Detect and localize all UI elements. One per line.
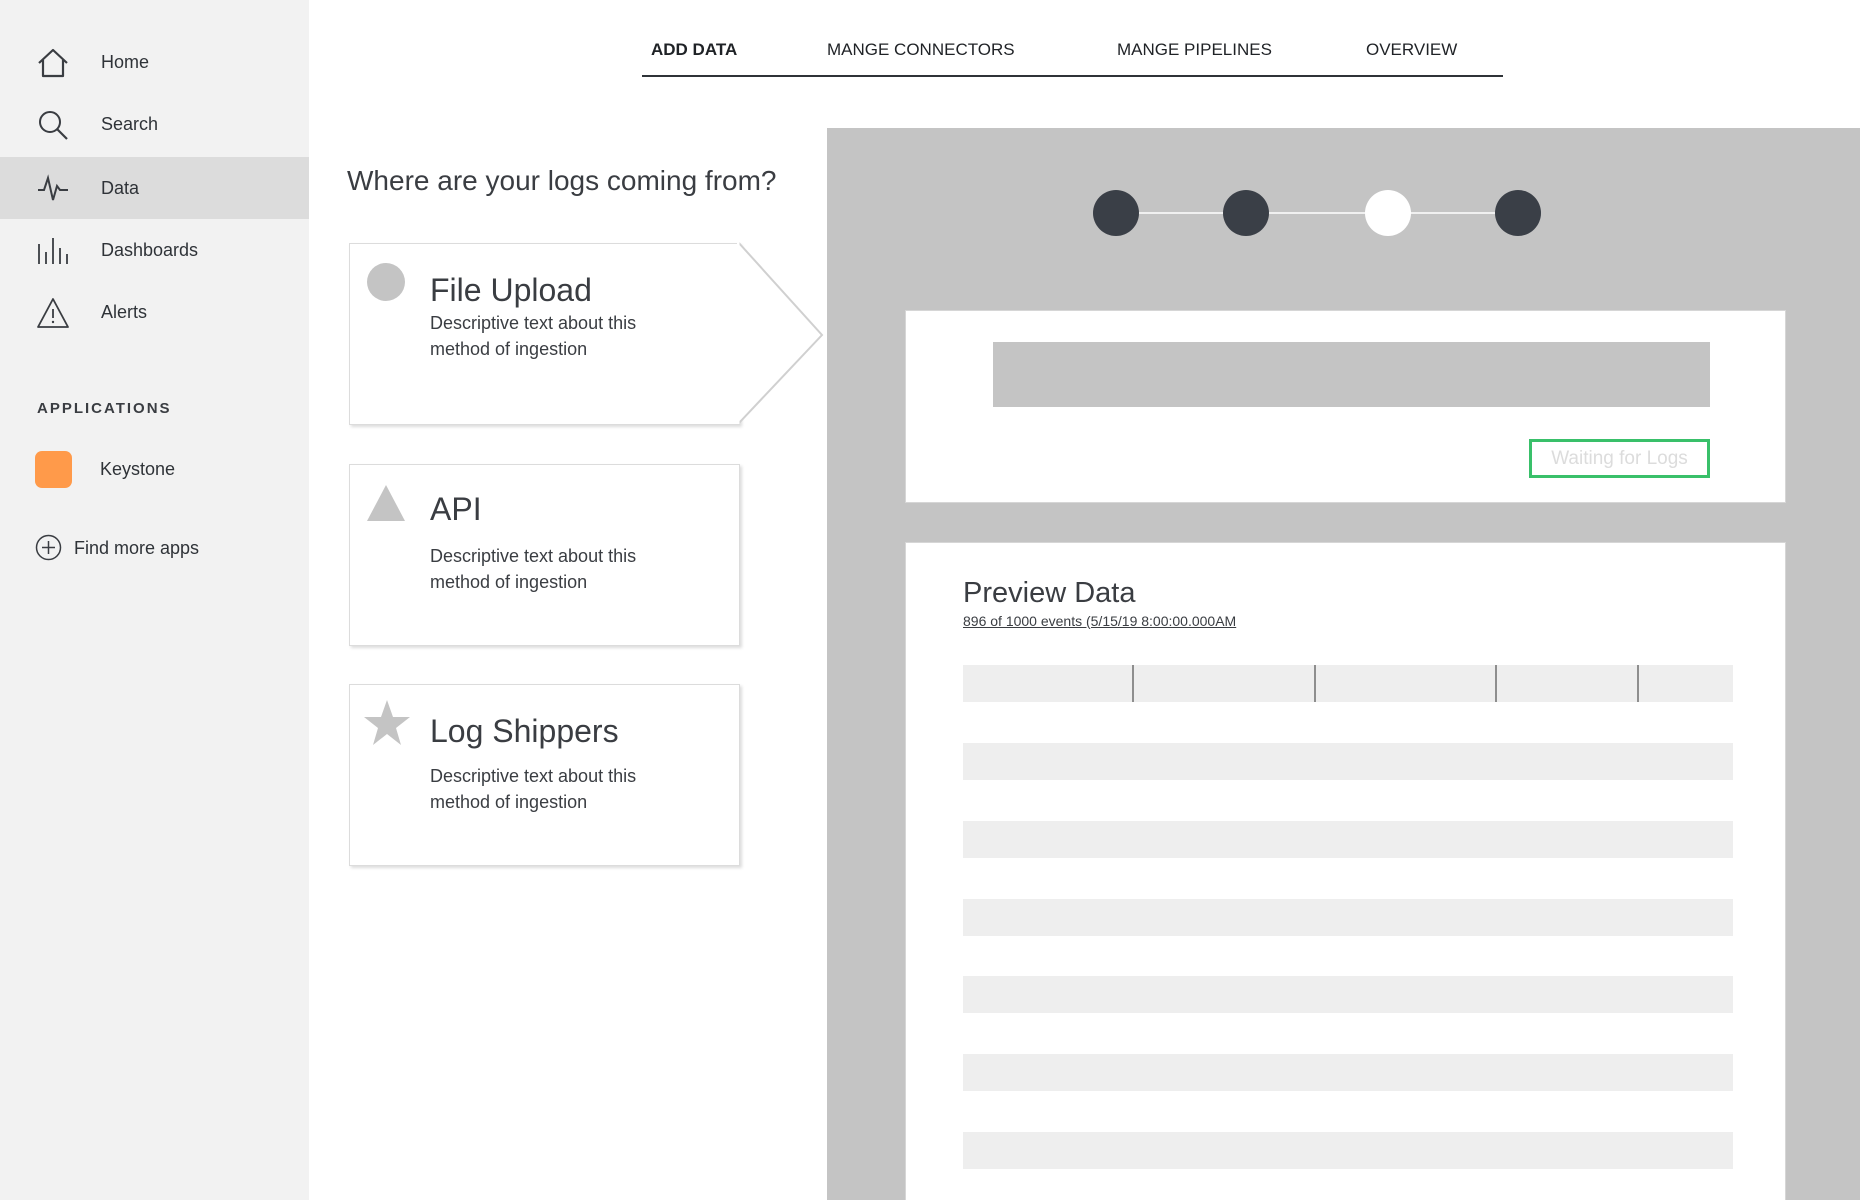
column-divider (1314, 665, 1316, 702)
nav-item-data[interactable]: Data (0, 157, 309, 219)
plus-circle-icon (35, 534, 62, 561)
bars-icon (38, 238, 68, 264)
method-description: Descriptive text about this method of in… (430, 546, 637, 592)
app-item-keystone[interactable]: Keystone (0, 444, 309, 494)
column-divider (1132, 665, 1134, 702)
page-title: Where are your logs coming from? (347, 165, 777, 196)
selection-pointer-arrow (737, 242, 824, 424)
alert-triangle-icon (37, 298, 69, 328)
activity-icon (38, 174, 68, 201)
ingestion-panel: Waiting for Logs Preview Data 896 of 100… (827, 128, 1860, 1200)
tab-overview[interactable]: OVERVIEW (1366, 40, 1457, 60)
table-row (963, 1054, 1733, 1091)
method-card-file-upload[interactable]: File Upload Descriptive text about this … (349, 243, 740, 425)
nav-item-home[interactable]: Home (0, 31, 309, 93)
star-icon (364, 700, 410, 745)
status-placeholder-bar (993, 342, 1710, 407)
table-row (963, 743, 1733, 780)
step-1 (1093, 190, 1139, 236)
nav-item-search[interactable]: Search (0, 93, 309, 155)
method-description: Descriptive text about this method of in… (430, 313, 637, 359)
method-title: API (430, 491, 482, 527)
progress-stepper (1093, 190, 1541, 236)
method-title: Log Shippers (430, 713, 619, 749)
search-icon (39, 111, 68, 140)
method-title: File Upload (430, 272, 592, 308)
applications-heading: APPLICATIONS (37, 400, 172, 417)
tab-manage-pipelines[interactable]: MANGE PIPELINES (1117, 40, 1272, 60)
preview-event-count: 896 of 1000 events (5/15/19 8:00:00.000A… (963, 613, 1237, 629)
app-icon (35, 451, 72, 488)
step-4 (1495, 190, 1541, 236)
method-card-log-shippers[interactable]: Log Shippers Descriptive text about this… (349, 684, 740, 866)
step-2 (1223, 190, 1269, 236)
table-header (963, 665, 1733, 702)
find-more-apps-link[interactable]: Find more apps (0, 530, 309, 564)
circle-icon (367, 263, 405, 301)
nav-item-alerts[interactable]: Alerts (0, 281, 309, 343)
table-row (963, 821, 1733, 858)
table-row (963, 899, 1733, 936)
preview-title: Preview Data (963, 577, 1136, 609)
nav-label-dashboards: Dashboards (101, 239, 199, 260)
waiting-card: Waiting for Logs (905, 310, 1786, 503)
app-label: Keystone (100, 459, 176, 479)
table-row (963, 976, 1733, 1013)
method-description: Descriptive text about this method of in… (430, 766, 637, 812)
home-icon (38, 48, 68, 78)
nav-label-home: Home (101, 51, 150, 72)
triangle-icon (367, 485, 405, 521)
waiting-for-logs-button[interactable]: Waiting for Logs (1529, 439, 1710, 478)
column-divider (1637, 665, 1639, 702)
method-card-api[interactable]: API Descriptive text about this method o… (349, 464, 740, 646)
step-3-current (1365, 190, 1411, 236)
table-row (963, 1132, 1733, 1169)
tab-manage-connectors[interactable]: MANGE CONNECTORS (827, 40, 1015, 60)
sidebar: Home Search Data Dashboards Alerts APPLI… (0, 0, 309, 1200)
nav-item-dashboards[interactable]: Dashboards (0, 219, 309, 281)
nav-label-data: Data (101, 177, 140, 198)
find-more-apps-label: Find more apps (74, 538, 200, 558)
column-divider (1495, 665, 1497, 702)
top-tabs: ADD DATA MANGE CONNECTORS MANGE PIPELINE… (642, 26, 1503, 77)
nav-label-alerts: Alerts (101, 301, 148, 322)
preview-data-card: Preview Data 896 of 1000 events (5/15/19… (905, 542, 1786, 1200)
nav-label-search: Search (101, 113, 159, 134)
tab-add-data[interactable]: ADD DATA (651, 40, 737, 60)
